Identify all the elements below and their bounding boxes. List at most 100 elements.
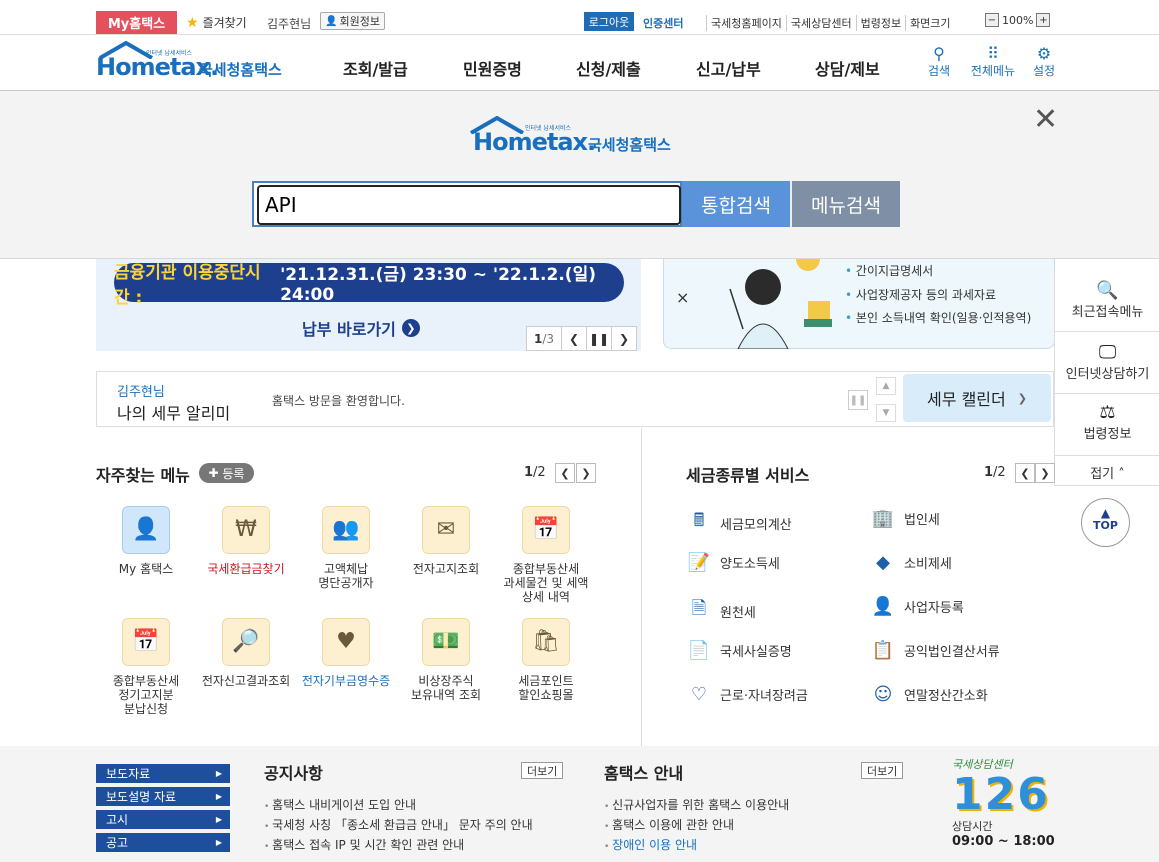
hometax-logo[interactable]: 인터넷 납세서비스 Hometax. 국세청홈택스 [96,41,286,83]
banner-next-button[interactable]: ❯ [611,327,636,350]
footer-nav-press-explain[interactable]: 보도설명 자료 ▶ [96,787,230,806]
alarm-pause-button[interactable]: ❚❚ [848,390,868,410]
freq-donation-receipt[interactable]: ♥ 전자기부금영수증 [296,618,396,688]
nav-consult[interactable]: 상담/제보 [815,56,880,80]
header-search-button[interactable]: ⚲ 검색 [925,44,953,79]
global-nav: 조회/발급 민원증명 신청/제출 신고/납부 상담/제보 [343,56,883,80]
tax-item-transfer[interactable]: 📝 양도소득세 [686,552,780,573]
freq-property-tax-installment[interactable]: 📅 종합부동산세 정기고지분 분납신청 [96,618,196,716]
my-hometax-button[interactable]: My홈택스 [96,11,177,34]
tax-item-withholding[interactable]: 🗎 원천세 [686,596,756,626]
header-allmenu-label: 전체메뉴 [970,64,1016,78]
freq-e-filing-result[interactable]: 🔎 전자신고결과조회 [196,618,296,688]
grid-icon: ⠿ [987,44,999,63]
alarm-down-button[interactable]: ▼ [876,404,896,422]
zoom-in-button[interactable]: + [1036,13,1051,27]
register-button[interactable]: ✚ 등록 [199,463,254,483]
guide-item[interactable]: 신규사업자를 위한 홈택스 이용안내 [604,796,789,813]
footer-nav-notice[interactable]: 고시 ▶ [96,810,230,829]
header-settings-label: 설정 [1032,64,1056,78]
footer-nav-announce[interactable]: 공고 ▶ [96,833,230,852]
member-info-button[interactable]: 👤 회원정보 [320,12,385,30]
nav-report-pay[interactable]: 신고/납부 [696,56,761,80]
freq-delinquent-list[interactable]: 👥 고액체납 명단공개자 [296,506,396,590]
pay-shortcut-link[interactable]: 납부 바로가기 ❯ [302,316,420,340]
counsel-hours: 09:00 ~ 18:00 [952,834,1055,849]
calendar-check-icon: 📅 [522,506,570,554]
freq-label: 세금포인트 할인쇼핑몰 [518,674,574,702]
notice-item[interactable]: 홈택스 접속 IP 및 시간 확인 관련 안내 [264,836,464,853]
tax-item-public-corp[interactable]: 📋 공익법인결산서류 [870,640,1000,661]
logout-button[interactable]: 로그아웃 [584,12,634,31]
nav-apply[interactable]: 신청/제출 [576,56,641,80]
zoom-out-button[interactable]: − [985,13,999,27]
header-allmenu-button[interactable]: ⠿ 전체메뉴 [966,44,1020,79]
plus-icon: ✚ [208,466,219,480]
gear-icon: ⚙ [1036,44,1052,63]
frequent-next-button[interactable]: ❯ [576,463,596,483]
search-layer-logo: 인터넷 납세서비스 Hometax. 국세청홈택스 [467,116,697,158]
tax-service-next-button[interactable]: ❯ [1035,463,1055,483]
freq-label: 종합부동산세 과세물건 및 세액 상세 내역 [503,562,589,604]
freq-unlisted-stock[interactable]: 💵 비상장주식 보유내역 조회 [396,618,496,702]
tax-item-simulator[interactable]: 🖩 세금모의계산 [686,508,792,538]
freq-property-tax-detail[interactable]: 📅 종합부동산세 과세물건 및 세액 상세 내역 [496,506,596,604]
frequent-page-current: 1 [524,465,534,480]
heart-hands-icon: ♡ [690,684,708,705]
tax-service-prev-button[interactable]: ❮ [1015,463,1035,483]
frequent-page-total: /2 [533,465,546,480]
tax-service-title: 세금종류별 서비스 [686,466,810,485]
freq-label: 비상장주식 보유내역 조회 [410,674,482,702]
total-search-button[interactable]: 통합검색 [682,181,790,227]
tax-item-year-end[interactable]: ☺ 연말정산간소화 [870,684,988,705]
cert-center-link[interactable]: 인증센터 [643,15,683,31]
scroll-top-button[interactable]: ▲ TOP [1081,498,1130,547]
search-logo-wordmark: Hometax. [473,128,596,156]
tax-item-certificate[interactable]: 📄 국세사실증명 [686,640,792,661]
notice-item[interactable]: 홈택스 내비게이션 도입 안내 [264,796,416,813]
star-icon: ★ [186,14,199,31]
freq-tax-point-mall[interactable]: 🛍 세금포인트 할인쇼핑몰 [496,618,596,702]
close-icon[interactable]: ✕ [1033,105,1058,135]
freq-e-notice[interactable]: ✉ 전자고지조회 [396,506,496,576]
person-icon: 👤 [871,596,895,617]
tax-item-business-reg[interactable]: 👤 사업자등록 [870,596,964,617]
top-link-law[interactable]: 법령정보 [855,15,905,31]
alarm-title: 나의 세무 알리미 [117,404,231,423]
tax-item-earned-income[interactable]: ♡ 근로·자녀장려금 [686,684,808,705]
footer-nav-press[interactable]: 보도자료 ▶ [96,764,230,783]
freq-my-hometax[interactable]: 👤 My 홈택스 [96,506,196,576]
menu-search-button[interactable]: 메뉴검색 [790,181,900,227]
notice-more-button[interactable]: 더보기 [521,762,564,779]
top-link-counsel[interactable]: 국세상담센터 [785,15,856,31]
quick-online-consult[interactable]: 🖵 인터넷상담하기 [1055,332,1159,394]
frequent-prev-button[interactable]: ❮ [555,463,575,483]
header-settings-button[interactable]: ⚙ 설정 [1030,44,1058,79]
tax-item-consumption[interactable]: ◆ 소비제세 [870,552,952,573]
favorites-link[interactable]: ★ 즐겨찾기 [186,14,247,31]
top-link-screen-size: 화면크기 [905,15,954,31]
top-link-nts-home[interactable]: 국세청홈페이지 [706,15,786,31]
guide-title: 홈택스 안내 [604,764,684,783]
tax-calendar-button[interactable]: 세무 캘린더 ❯ [903,374,1051,422]
counsel-hours-label: 상담시간 [952,820,993,833]
banner-prev-button[interactable]: ❮ [561,327,586,350]
nav-inquiry[interactable]: 조회/발급 [343,56,408,80]
alarm-message: 홈택스 방문을 환영합니다. [272,394,405,408]
banner-pause-button[interactable]: ❚❚ [586,327,611,350]
quick-fold-button[interactable]: 접기 ˄ [1055,456,1159,486]
alarm-up-button[interactable]: ▲ [876,377,896,395]
guide-more-button[interactable]: 더보기 [861,762,904,779]
guide-item[interactable]: 장애인 이용 안내 [604,836,697,853]
search-input[interactable] [257,185,681,225]
search-icon: ⚲ [933,44,945,63]
clipboard-check-icon: 📋 [871,640,895,661]
freq-refund-search[interactable]: ₩ 국세환급금찾기 [196,506,296,576]
nav-certificates[interactable]: 민원증명 [463,56,522,80]
notice-item[interactable]: 국세청 사칭 「종소세 환급금 안내」 문자 주의 안내 [264,816,532,833]
quick-law-info[interactable]: ⚖ 법령정보 [1055,394,1159,456]
banner-notice-time: '21.12.31.(금) 23:30 ~ '22.1.2.(일) 24:00 [280,265,596,305]
quick-recent-menu[interactable]: 🔍 최근접속메뉴 [1055,270,1159,332]
guide-item[interactable]: 홈택스 이용에 관한 안내 [604,816,734,833]
tax-item-corporate[interactable]: 🏢 법인세 [870,508,940,529]
